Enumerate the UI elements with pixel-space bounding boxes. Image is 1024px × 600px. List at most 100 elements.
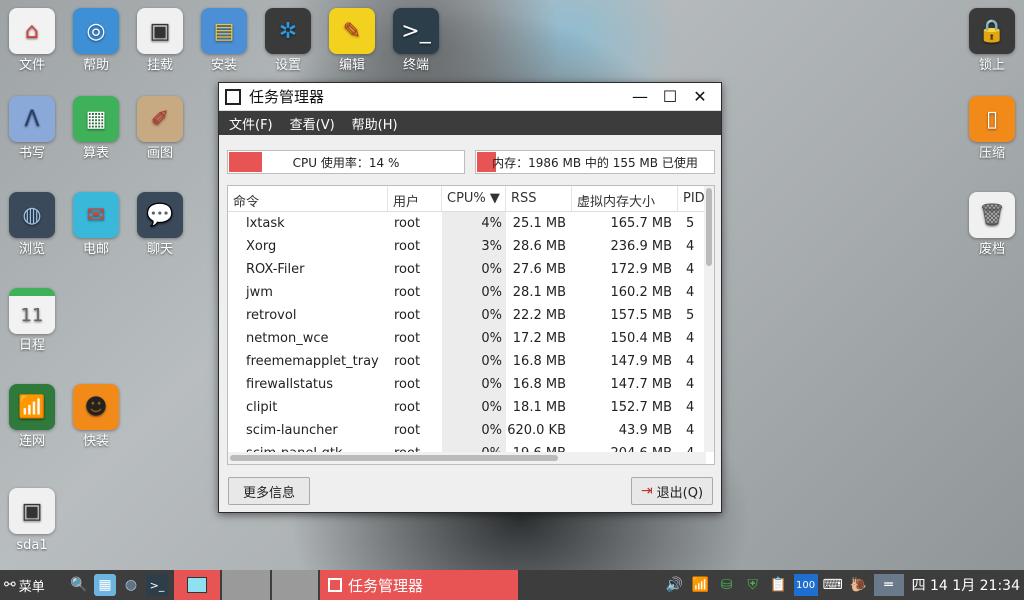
desktop-shortcut[interactable]: ✎ 编辑 — [320, 8, 384, 74]
desktop-pager-2[interactable] — [222, 570, 270, 600]
window-app-icon — [225, 88, 241, 105]
table-row[interactable]: firewallstatus root 0% 16.8 MB 147.7 MB 4 — [228, 373, 714, 396]
window-titlebar[interactable]: 任务管理器 — ☐ ✕ — [219, 83, 721, 111]
menu-help[interactable]: 帮助(H) — [352, 114, 398, 133]
keyboard-icon[interactable]: ⌨ — [822, 574, 844, 596]
row-rss: 620.0 KB — [507, 423, 566, 438]
column-command[interactable]: 命令 — [228, 186, 388, 211]
desktop-shortcut[interactable]: ◍ 浏览 — [0, 192, 64, 258]
memory-meter-icon[interactable]: 100 — [793, 574, 818, 596]
desktop-shortcut[interactable]: ▣ sda1 — [0, 488, 64, 554]
desktop-shortcut[interactable]: 🗑 废档 — [960, 192, 1024, 258]
row-pid: 4 — [686, 239, 695, 254]
file-manager-launcher-icon[interactable]: ▦ — [94, 574, 116, 596]
row-rss: 22.2 MB — [512, 308, 566, 323]
row-rss: 16.8 MB — [512, 377, 566, 392]
taskbar-task-task-manager[interactable]: 任务管理器 — [320, 570, 518, 600]
row-user: root — [394, 239, 421, 254]
trash-icon: 🗑 — [969, 192, 1015, 238]
spreadsheet-icon: ▦ — [73, 96, 119, 142]
desktop-shortcut-label: 文件 — [18, 58, 45, 73]
table-row[interactable]: Xorg root 3% 28.6 MB 236.9 MB 4 — [228, 235, 714, 258]
wifi-icon[interactable]: 📶 — [690, 574, 712, 596]
row-virtual-memory: 43.9 MB — [618, 423, 672, 438]
volume-icon[interactable]: 🔊 — [664, 574, 686, 596]
table-row[interactable]: clipit root 0% 18.1 MB 152.7 MB 4 — [228, 396, 714, 419]
table-row[interactable]: jwm root 0% 28.1 MB 160.2 MB 4 — [228, 281, 714, 304]
desktop-shortcut[interactable]: ▯ 压缩 — [960, 96, 1024, 162]
table-row[interactable]: ROX-Filer root 0% 27.6 MB 172.9 MB 4 — [228, 258, 714, 281]
desktop-shortcut[interactable]: Ʌ 书写 — [0, 96, 64, 162]
clipboard-icon[interactable]: 📋 — [768, 574, 790, 596]
table-row[interactable]: retrovol root 0% 22.2 MB 157.5 MB 5 — [228, 304, 714, 327]
row-user: root — [394, 400, 421, 415]
table-row[interactable]: lxtask root 4% 25.1 MB 165.7 MB 5 — [228, 212, 714, 235]
menu-view[interactable]: 查看(V) — [290, 114, 335, 133]
row-virtual-memory: 157.5 MB — [610, 308, 672, 323]
desktop-shortcut[interactable]: ✲ 设置 — [256, 8, 320, 74]
column-virtual-memory[interactable]: 虚拟内存大小 — [572, 186, 678, 211]
quit-button[interactable]: ⇥ 退出(Q) — [631, 477, 713, 505]
desktop-pager-active[interactable] — [174, 570, 220, 600]
desktop-shortcut[interactable]: ✉ 电邮 — [64, 192, 128, 258]
desktop-shortcut-label: 挂载 — [146, 58, 173, 73]
snail-icon[interactable]: 🐌 — [848, 574, 870, 596]
row-command: freememapplet_tray — [246, 354, 379, 369]
desktop-shortcut[interactable]: ✐ 画图 — [128, 96, 192, 162]
maximize-button[interactable]: ☐ — [655, 87, 685, 106]
menu-file[interactable]: 文件(F) — [229, 114, 273, 133]
column-cpu[interactable]: CPU% ▼ — [442, 186, 506, 211]
terminal-launcher-icon[interactable]: >_ — [146, 574, 168, 596]
task-label: 任务管理器 — [348, 576, 424, 595]
horizontal-scrollbar[interactable] — [228, 452, 706, 464]
task-manager-window: 任务管理器 — ☐ ✕ 文件(F) 查看(V) 帮助(H) CPU 使用率：14… — [218, 82, 722, 513]
desktop-shortcut[interactable]: ⌂ 文件 — [0, 8, 64, 74]
desktop-pager-3[interactable] — [272, 570, 318, 600]
browser-launcher-icon[interactable]: ◍ — [120, 574, 142, 596]
table-row[interactable]: netmon_wce root 0% 17.2 MB 150.4 MB 4 — [228, 327, 714, 350]
minimize-button[interactable]: — — [625, 87, 655, 106]
search-icon[interactable]: 🔍 — [68, 574, 90, 596]
row-cpu: 0% — [442, 281, 506, 304]
start-menu-button[interactable]: ⚯ 菜单 — [0, 570, 66, 600]
column-rss[interactable]: RSS — [506, 186, 572, 211]
desktop-shortcut[interactable]: ▣ 挂载 — [128, 8, 192, 74]
more-info-button[interactable]: 更多信息 — [228, 477, 310, 505]
row-user: root — [394, 262, 421, 277]
desktop-shortcut-label: 连网 — [18, 434, 45, 449]
column-pid[interactable]: PID — [678, 186, 706, 211]
close-button[interactable]: ✕ — [685, 87, 715, 106]
chat-icon: 💬 — [137, 192, 183, 238]
desktop-shortcut[interactable]: ☻ 快装 — [64, 384, 128, 450]
drive-sda1-icon: ▣ — [9, 488, 55, 534]
desktop-shortcut-label: 帮助 — [82, 58, 109, 73]
vertical-scrollbar[interactable] — [704, 186, 714, 452]
desktop-shortcut[interactable]: 📶 连网 — [0, 384, 64, 450]
desktop-shortcut-label: 锁上 — [978, 58, 1005, 73]
table-row[interactable]: freememapplet_tray root 0% 16.8 MB 147.9 MB 4 — [228, 350, 714, 373]
exit-icon: ⇥ — [640, 483, 653, 499]
process-table-body: lxtask root 4% 25.1 MB 165.7 MB 5 Xorg root 3% 28… — [228, 212, 714, 464]
show-desktop-icon[interactable]: ═ — [873, 574, 904, 596]
desktop-shortcut-label: 设置 — [274, 58, 301, 73]
desktop-shortcut-label: 废档 — [978, 242, 1005, 257]
task-window-icon — [328, 578, 342, 592]
row-user: root — [394, 377, 421, 392]
desktop-shortcut[interactable]: ◎ 帮助 — [64, 8, 128, 74]
desktop-shortcut[interactable]: 11 日程 — [0, 288, 64, 354]
menu-logo-icon: ⚯ — [4, 577, 16, 593]
desktop-shortcut[interactable]: ▤ 安装 — [192, 8, 256, 74]
desktop-shortcut[interactable]: 💬 聊天 — [128, 192, 192, 258]
firewall-shield-icon[interactable]: ⛨ — [742, 574, 764, 596]
clock[interactable]: 四 14 1月 21:34 — [906, 570, 1024, 600]
row-cpu: 0% — [442, 258, 506, 281]
desktop-shortcut[interactable]: ▦ 算表 — [64, 96, 128, 162]
storage-icon[interactable]: ⛁ — [716, 574, 738, 596]
row-command: netmon_wce — [246, 331, 329, 346]
desktop-shortcut-label: 压缩 — [978, 146, 1005, 161]
table-row[interactable]: scim-launcher root 0% 620.0 KB 43.9 MB 4 — [228, 419, 714, 442]
column-user[interactable]: 用户 — [388, 186, 442, 211]
desktop-shortcut[interactable]: >_ 终端 — [384, 8, 448, 74]
desktop-shortcut-label: 算表 — [82, 146, 109, 161]
desktop-shortcut[interactable]: 🔒 锁上 — [960, 8, 1024, 74]
